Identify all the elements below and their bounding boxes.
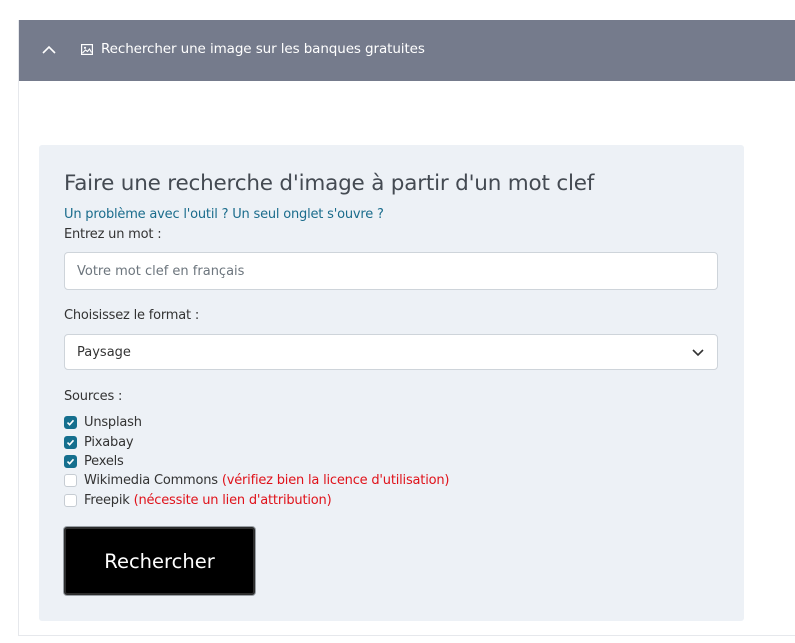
checkbox-unsplash[interactable] (64, 416, 77, 429)
source-label: Unsplash (84, 415, 142, 430)
format-select[interactable]: Paysage (64, 334, 718, 370)
check-icon (66, 439, 75, 446)
source-label: Freepik (84, 493, 130, 508)
image-icon (81, 44, 93, 55)
check-icon (66, 458, 75, 465)
format-label: Choisissez le format : (64, 308, 199, 323)
source-label: Pixabay (84, 435, 134, 450)
source-pixabay[interactable]: Pixabay (64, 435, 134, 450)
source-unsplash[interactable]: Unsplash (64, 415, 142, 430)
source-label: Wikimedia Commons (84, 473, 218, 488)
chevron-up-icon[interactable] (42, 43, 56, 57)
source-freepik[interactable]: Freepik (nécessite un lien d'attribution… (64, 493, 332, 508)
checkbox-pixabay[interactable] (64, 436, 77, 449)
search-form-card: Faire une recherche d'image à partir d'u… (39, 145, 744, 621)
accordion-title: Rechercher une image sur les banques gra… (101, 41, 425, 57)
license-warning: (vérifiez bien la licence d'utilisation) (221, 473, 450, 488)
accordion-header[interactable]: Rechercher une image sur les banques gra… (19, 20, 795, 81)
source-label: Pexels (84, 454, 124, 469)
chevron-down-icon (692, 349, 704, 357)
checkbox-wikimedia[interactable] (64, 474, 77, 487)
checkbox-freepik[interactable] (64, 494, 77, 507)
source-wikimedia[interactable]: Wikimedia Commons (vérifiez bien la lice… (64, 473, 449, 488)
keyword-input[interactable] (64, 252, 718, 290)
checkbox-pexels[interactable] (64, 455, 77, 468)
sources-label: Sources : (64, 389, 123, 404)
form-title: Faire une recherche d'image à partir d'u… (64, 171, 595, 196)
search-button[interactable]: Rechercher (64, 527, 255, 595)
help-link[interactable]: Un problème avec l'outil ? Un seul ongle… (64, 207, 384, 222)
keyword-label: Entrez un mot : (64, 227, 162, 242)
check-icon (66, 419, 75, 426)
format-selected-value: Paysage (77, 344, 131, 360)
attribution-warning: (nécessite un lien d'attribution) (133, 493, 332, 508)
source-pexels[interactable]: Pexels (64, 454, 124, 469)
